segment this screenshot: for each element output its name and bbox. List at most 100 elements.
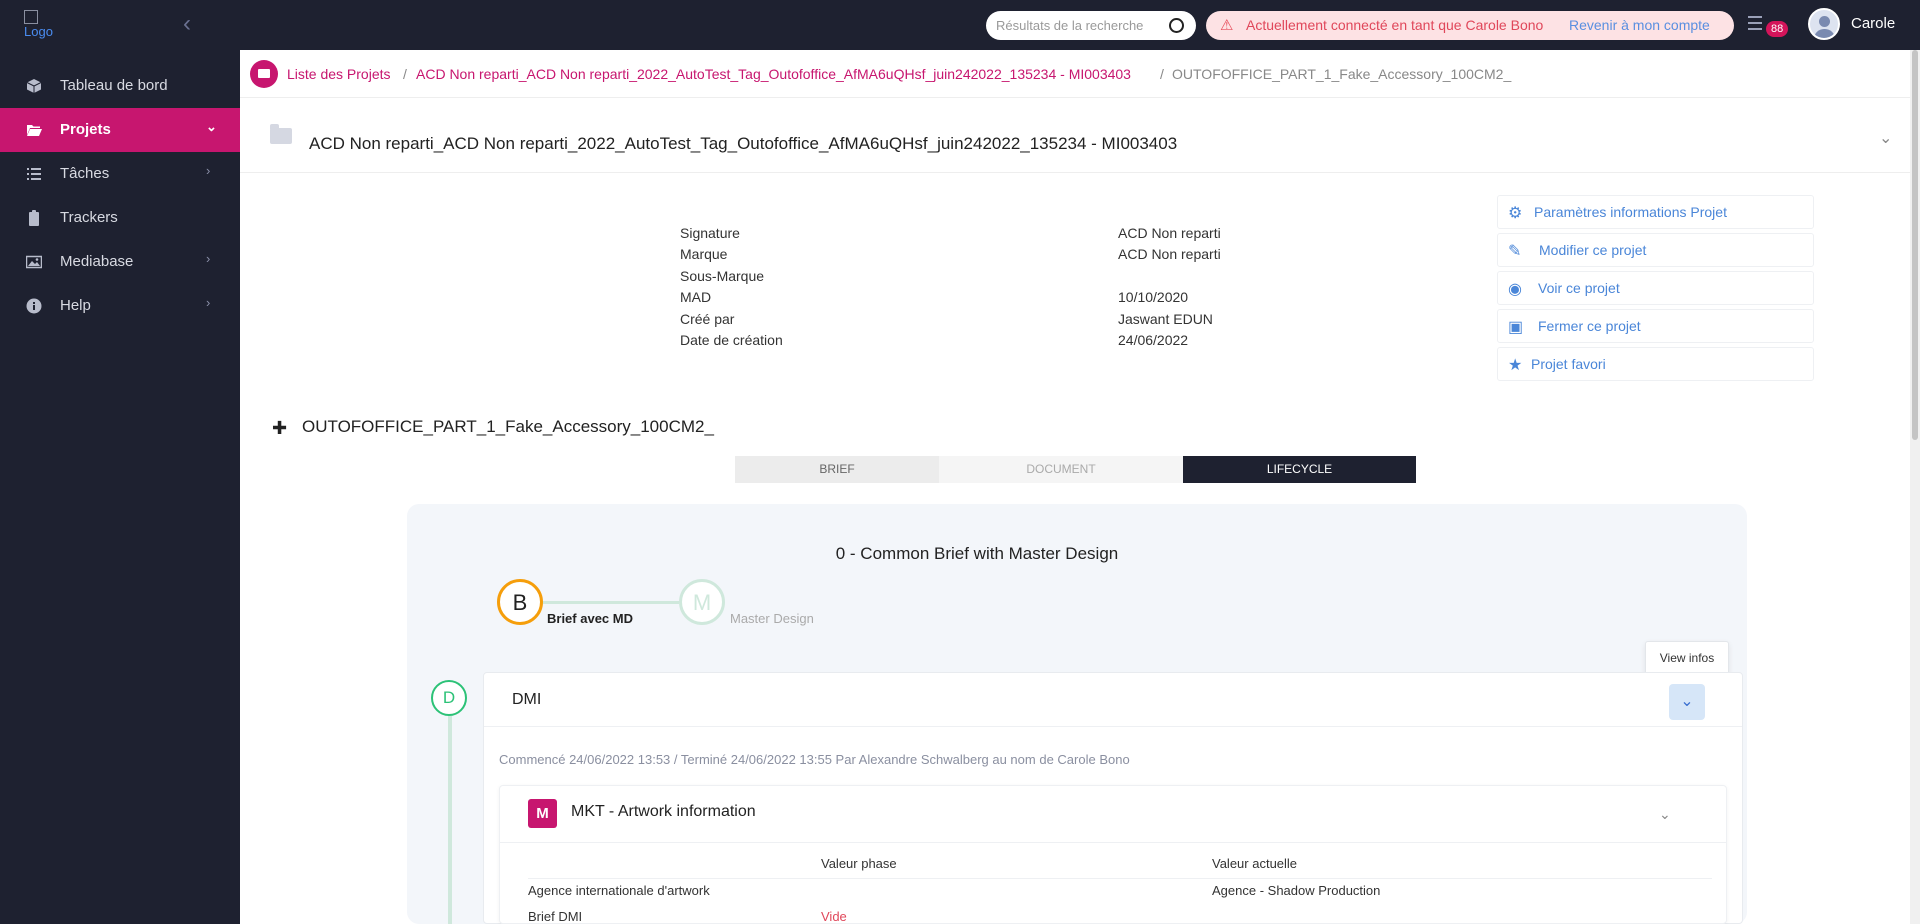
breadcrumb-separator: / xyxy=(403,66,407,82)
eye-icon: ◉ xyxy=(1508,281,1522,298)
stage-circle: D xyxy=(431,680,467,716)
info-label-sub-brand: Sous-Marque xyxy=(680,268,765,284)
part-title: OUTOFOFFICE_PART_1_Fake_Accessory_100CM2… xyxy=(302,417,714,436)
info-value-mad: 10/10/2020 xyxy=(1118,289,1189,305)
collapse-sidebar-icon[interactable]: ‹ xyxy=(183,12,191,36)
breadcrumb: Liste des Projets / ACD Non reparti_ACD … xyxy=(240,50,1910,98)
info-label-creation-date: Date de création xyxy=(680,332,783,348)
action-label: Voir ce projet xyxy=(1538,280,1620,296)
chevron-down-icon[interactable]: ⌄ xyxy=(1879,128,1892,148)
impersonation-message: Actuellement connecté en tant que Carole… xyxy=(1246,17,1544,33)
sidebar-item-tasks[interactable]: Tâches › xyxy=(0,152,240,196)
notifications-list-icon[interactable] xyxy=(1748,16,1762,34)
table-row-label: Brief DMI xyxy=(528,909,583,924)
info-value-signature: ACD Non reparti xyxy=(1118,225,1221,241)
chevron-right-icon: › xyxy=(206,295,211,310)
sidebar-item-projects[interactable]: Projets ⌄ xyxy=(0,108,240,152)
info-value-created-by: Jaswant EDUN xyxy=(1118,311,1213,327)
scrollbar[interactable] xyxy=(1910,50,1920,924)
sidebar-item-label: Trackers xyxy=(60,209,118,226)
folder-open-icon xyxy=(27,125,42,136)
search-box xyxy=(986,11,1196,40)
phase-title: 0 - Common Brief with Master Design xyxy=(835,544,1119,563)
step-brief-circle[interactable]: B xyxy=(497,579,543,625)
sidebar-item-mediabase[interactable]: Mediabase › xyxy=(0,240,240,284)
tab-brief[interactable]: BRIEF xyxy=(735,456,939,483)
logo[interactable]: Logo xyxy=(24,10,53,39)
sidebar-item-label: Mediabase xyxy=(60,253,134,270)
project-title: ACD Non reparti_ACD Non reparti_2022_Aut… xyxy=(309,134,1178,153)
gear-icon: ⚙ xyxy=(1508,205,1523,222)
chevron-down-icon: ⌄ xyxy=(1680,693,1694,710)
logo-alt-text: Logo xyxy=(24,24,53,39)
info-value-creation-date: 24/06/2022 xyxy=(1118,332,1189,348)
cube-icon xyxy=(26,79,42,93)
chevron-right-icon: › xyxy=(206,251,211,266)
breadcrumb-project[interactable]: ACD Non reparti_ACD Non reparti_2022_Aut… xyxy=(416,66,1131,82)
folder-icon xyxy=(270,124,292,144)
info-label-signature: Signature xyxy=(680,225,740,241)
sidebar: Tableau de bord Projets ⌄ Tâches › Track… xyxy=(0,50,240,924)
info-label-created-by: Créé par xyxy=(680,311,735,327)
stage-title: DMI xyxy=(512,691,542,708)
action-label: Projet favori xyxy=(1531,356,1606,372)
impersonation-alert: ⚠ Actuellement connecté en tant que Caro… xyxy=(1206,11,1734,40)
user-name[interactable]: Carole xyxy=(1851,15,1895,32)
star-icon: ★ xyxy=(1508,357,1523,374)
view-infos-button[interactable]: ⌄ xyxy=(1669,684,1705,720)
notification-count-badge: 88 xyxy=(1766,21,1789,37)
step-master-design-label: Master Design xyxy=(730,611,814,626)
stage-meta: Commencé 24/06/2022 13:53 / Terminé 24/0… xyxy=(499,752,1130,767)
scrollbar-thumb[interactable] xyxy=(1912,50,1918,440)
chevron-down-icon[interactable]: ⌄ xyxy=(1659,806,1671,823)
action-label: Paramètres informations Projet xyxy=(1534,204,1727,220)
sidebar-item-dashboard[interactable]: Tableau de bord xyxy=(0,64,240,108)
folder-open-icon[interactable] xyxy=(250,60,278,88)
chevron-down-icon: ⌄ xyxy=(206,119,217,134)
section-title: MKT - Artwork information xyxy=(571,803,756,820)
clipboard-icon xyxy=(29,210,39,226)
image-icon xyxy=(26,255,42,269)
table-row-phase-value: Vide xyxy=(821,909,847,924)
divider xyxy=(500,842,1726,843)
sidebar-item-help[interactable]: Help › xyxy=(0,284,240,328)
table-row-label: Agence internationale d'artwork xyxy=(528,883,710,898)
search-icon[interactable] xyxy=(1169,18,1184,33)
project-settings-button[interactable]: ⚙ Paramètres informations Projet xyxy=(1497,195,1814,229)
column-header-current-value: Valeur actuelle xyxy=(1212,856,1298,871)
sidebar-item-label: Projets xyxy=(60,121,111,138)
breadcrumb-separator: / xyxy=(1160,66,1164,82)
action-label: Modifier ce projet xyxy=(1539,242,1647,258)
step-connector xyxy=(543,601,679,604)
breadcrumb-current-part: OUTOFOFFICE_PART_1_Fake_Accessory_100CM2… xyxy=(1172,66,1512,82)
puzzle-icon: ✚ xyxy=(272,418,288,438)
close-project-button[interactable]: ▣ Fermer ce projet xyxy=(1497,309,1814,343)
search-input[interactable] xyxy=(996,16,1156,35)
divider xyxy=(528,878,1712,879)
edit-project-button[interactable]: ✎ Modifier ce projet xyxy=(1497,233,1814,267)
breadcrumb-project-list[interactable]: Liste des Projets xyxy=(287,66,391,82)
tab-document[interactable]: DOCUMENT xyxy=(939,456,1183,483)
view-project-button[interactable]: ◉ Voir ce projet xyxy=(1497,271,1814,305)
broken-image-icon xyxy=(24,10,38,24)
action-label: Fermer ce projet xyxy=(1538,318,1641,334)
chevron-right-icon: › xyxy=(206,163,211,178)
tab-lifecycle[interactable]: LIFECYCLE xyxy=(1183,456,1416,483)
info-label-mad: MAD xyxy=(680,289,712,305)
sidebar-item-trackers[interactable]: Trackers xyxy=(0,196,240,240)
section-badge: M xyxy=(528,799,557,828)
column-header-phase-value: Valeur phase xyxy=(821,856,897,871)
avatar[interactable] xyxy=(1808,8,1840,40)
sidebar-item-label: Help xyxy=(60,297,91,314)
favorite-project-button[interactable]: ★ Projet favori xyxy=(1497,347,1814,381)
sidebar-item-label: Tableau de bord xyxy=(60,77,168,94)
top-bar: Logo ‹ ⚠ Actuellement connecté en tant q… xyxy=(0,0,1920,50)
timeline-line xyxy=(448,716,452,924)
box-icon: ▣ xyxy=(1508,319,1524,336)
info-icon xyxy=(26,298,42,314)
info-label-brand: Marque xyxy=(680,246,728,262)
back-to-account-link[interactable]: Revenir à mon compte xyxy=(1569,17,1710,33)
main-content: Liste des Projets / ACD Non reparti_ACD … xyxy=(240,50,1910,924)
table-row-current-value: Agence - Shadow Production xyxy=(1212,883,1381,898)
step-master-design-circle[interactable]: M xyxy=(679,579,725,625)
